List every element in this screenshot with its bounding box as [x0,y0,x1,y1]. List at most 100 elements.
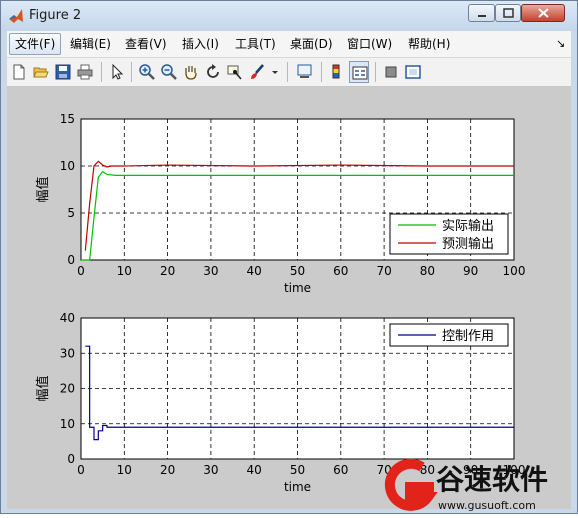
hide-plot-tools-button[interactable] [381,61,401,83]
axes-1: 0 10 20 30 40 50 60 70 80 90 100 0 5 10 15 time 幅值实际输出预测… [35,112,525,295]
edit-plot-arrow-icon [112,64,124,80]
minimize-button[interactable] [468,4,495,22]
show-plot-tools-icon [405,65,421,79]
x-tick-label: 70 [376,264,391,278]
x-axis-label: time [284,480,311,494]
x-tick-label: 100 [503,264,526,278]
zoom-out-icon [161,64,177,80]
legend: 控制作用 [389,323,509,347]
x-tick-label: 10 [117,264,132,278]
maximize-button[interactable] [495,4,521,22]
plots-svg: 0 10 20 30 40 50 60 70 80 90 100051015time幅值实际输出预测… [35,112,525,494]
menu-edit[interactable]: 编辑(E) [65,33,116,55]
y-tick-label: 0 [67,253,75,267]
x-tick-label: 0 [77,463,85,477]
insert-colorbar-button[interactable] [327,61,347,83]
menu-bar: 文件(F) 编辑(E) 查看(V) 插入(I) 工具(T) 桌面(D) 窗口(W… [7,31,571,58]
menu-insert[interactable]: 插入(I) [177,33,224,55]
brush-button[interactable] [247,61,267,83]
figure-window: Figure 2 文件(F) 编辑(E) 查看(V) 插入(I) 工具(T) 桌… [0,0,578,514]
y-tick-label: 30 [60,346,75,360]
figure-toolbar [7,58,571,87]
hide-plot-tools-icon [385,66,397,78]
brush-dropdown-icon [272,71,278,74]
menu-desktop[interactable]: 桌面(D) [285,33,338,55]
data-cursor-icon [227,65,242,80]
x-tick-label: 50 [290,264,305,278]
y-tick-label: 10 [60,159,75,173]
x-axis-label: time [284,281,311,295]
x-tick-label: 80 [420,264,435,278]
data-cursor-button[interactable] [225,61,245,83]
open-file-icon [33,67,49,78]
pan-hand-icon [185,66,197,80]
figure-canvas: 0 10 20 30 40 50 60 70 80 90 100 0 5 10 15 time 幅值 实际输出 预测… [7,87,571,509]
new-figure-icon [13,64,25,80]
show-plot-tools-button[interactable] [403,61,423,83]
x-tick-label: 20 [160,463,175,477]
link-plot-button[interactable] [295,61,315,83]
x-tick-label: 10 [117,463,132,477]
x-tick-label: 30 [203,264,218,278]
x-tick-label: 90 [463,264,478,278]
save-icon [55,64,71,80]
print-button[interactable] [75,61,95,83]
brush-dropdown-button[interactable] [269,61,281,83]
x-tick-label: 60 [333,264,348,278]
toolbar-separator [321,62,322,82]
x-tick-label: 60 [333,463,348,477]
dock-arrow[interactable]: ↘ [551,33,570,55]
watermark-brand: 谷速软件 [436,463,548,496]
insert-colorbar-icon [332,64,340,79]
toolbar-separator [101,62,102,82]
watermark-logo: 谷速软件 www.gusuoft.com [380,455,578,514]
x-tick-label: 0 [77,264,85,278]
menu-tools[interactable]: 工具(T) [230,33,281,55]
x-tick-label: 40 [247,264,262,278]
brush-icon [251,64,264,79]
x-tick-label: 20 [160,264,175,278]
menu-window[interactable]: 窗口(W) [342,33,397,55]
menu-view[interactable]: 查看(V) [120,33,172,55]
close-button[interactable] [521,4,565,22]
new-figure-button[interactable] [9,61,29,83]
insert-legend-icon [352,66,368,80]
y-tick-label: 0 [67,452,75,466]
x-tick-label: 40 [247,463,262,477]
edit-plot-button[interactable] [107,61,127,83]
menu-file[interactable]: 文件(F) [9,33,62,55]
legend: 实际输出预测输出 [389,213,509,255]
watermark-url: www.gusuoft.com [438,499,536,512]
rotate-3d-button[interactable] [203,61,223,83]
y-tick-label: 10 [60,417,75,431]
menu-help[interactable]: 帮助(H) [403,33,455,55]
maximize-icon [503,8,514,18]
link-plot-icon [297,64,312,78]
zoom-in-icon [139,64,155,80]
legend-entry: 预测输出 [442,236,494,252]
close-icon [538,8,549,18]
toolbar-separator [375,62,376,82]
x-tick-label: 50 [290,463,305,477]
save-button[interactable] [53,61,73,83]
legend-entry: 实际输出 [442,218,494,234]
toolbar-separator [287,62,288,82]
insert-legend-button[interactable] [349,61,369,83]
window-title: Figure 2 [29,8,82,23]
gusu-logo-icon: 谷速软件 www.gusuoft.com [384,458,548,512]
legend-entry: 控制作用 [442,329,494,344]
y-tick-label: 20 [60,382,75,396]
minimize-icon [478,15,486,17]
pan-button[interactable] [181,61,201,83]
zoom-out-button[interactable] [159,61,179,83]
toolbar-separator [131,62,132,82]
y-tick-label: 15 [60,112,75,126]
zoom-in-button[interactable] [137,61,157,83]
y-axis-label: 幅值 [35,375,51,401]
y-tick-label: 5 [67,206,75,220]
matlab-logo-icon [9,9,23,23]
title-bar[interactable]: Figure 2 [1,1,577,31]
open-file-button[interactable] [31,61,51,83]
y-tick-label: 40 [60,311,75,325]
x-tick-label: 30 [203,463,218,477]
